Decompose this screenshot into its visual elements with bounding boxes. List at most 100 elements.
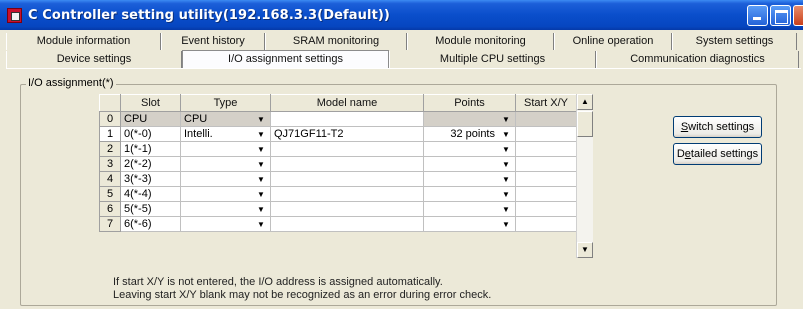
tab-io-assignment-settings[interactable]: I/O assignment settings: [182, 50, 389, 68]
points-select[interactable]: 32 points ▼: [423, 126, 516, 142]
points-select[interactable]: ▼: [423, 201, 516, 217]
table-header-row: Slot Type Model name Points Start X/Y: [99, 94, 577, 112]
row-number: 7: [99, 216, 121, 232]
type-select[interactable]: ▼: [180, 171, 271, 187]
start-xy-input[interactable]: [515, 201, 577, 217]
type-select[interactable]: ▼: [180, 141, 271, 157]
points-select[interactable]: ▼: [423, 141, 516, 157]
dropdown-arrow-icon[interactable]: ▼: [499, 143, 513, 156]
table-scrollbar[interactable]: ▲ ▼: [576, 94, 593, 258]
dropdown-arrow-icon[interactable]: ▼: [499, 113, 513, 126]
slot-cell: CPU: [120, 111, 181, 127]
dropdown-arrow-icon[interactable]: ▼: [499, 128, 513, 141]
dropdown-arrow-icon[interactable]: ▼: [254, 158, 268, 171]
type-select[interactable]: CPU ▼: [180, 111, 271, 127]
points-select[interactable]: ▼: [423, 111, 516, 127]
tab-communication-diagnostics[interactable]: Communication diagnostics: [596, 51, 799, 68]
start-xy-input[interactable]: [515, 171, 577, 187]
table-row: 5 4(*-4) ▼ ▼: [99, 186, 577, 202]
header-corner: [99, 94, 121, 112]
tab-event-history[interactable]: Event history: [161, 33, 265, 50]
row-number: 1: [99, 126, 121, 142]
header-points: Points: [423, 94, 516, 112]
tab-row-1: Module information Event history SRAM mo…: [6, 33, 797, 50]
scroll-up-icon[interactable]: ▲: [577, 94, 593, 110]
table-row: 1 0(*-0) Intelli. ▼ QJ71GF11-T2 32 points…: [99, 126, 577, 142]
model-name-input[interactable]: [270, 186, 424, 202]
title-bar[interactable]: C Controller setting utility(192.168.3.3…: [0, 0, 803, 30]
dropdown-arrow-icon[interactable]: ▼: [499, 188, 513, 201]
switch-settings-button[interactable]: Switch settings: [673, 116, 762, 138]
points-select[interactable]: ▼: [423, 171, 516, 187]
tab-module-information[interactable]: Module information: [6, 33, 161, 50]
row-number: 0: [99, 111, 121, 127]
start-xy-input[interactable]: [515, 111, 577, 127]
type-select[interactable]: ▼: [180, 156, 271, 172]
app-icon: [7, 7, 22, 23]
type-value: CPU: [184, 113, 208, 125]
detailed-settings-label-post: tailed settings: [690, 148, 759, 160]
points-select[interactable]: ▼: [423, 216, 516, 232]
minimize-button[interactable]: [747, 5, 768, 26]
type-select[interactable]: ▼: [180, 201, 271, 217]
maximize-button[interactable]: [770, 5, 791, 26]
model-name-input[interactable]: [270, 171, 424, 187]
tab-online-operation[interactable]: Online operation: [554, 33, 672, 50]
start-xy-input[interactable]: [515, 186, 577, 202]
start-xy-input[interactable]: [515, 126, 577, 142]
model-name-input[interactable]: [270, 216, 424, 232]
start-xy-input[interactable]: [515, 141, 577, 157]
dropdown-arrow-icon[interactable]: ▼: [499, 158, 513, 171]
switch-settings-label-post: witch settings: [688, 121, 755, 133]
model-name-input[interactable]: [270, 201, 424, 217]
row-number: 4: [99, 171, 121, 187]
model-name-input[interactable]: QJ71GF11-T2: [270, 126, 424, 142]
dropdown-arrow-icon[interactable]: ▼: [254, 203, 268, 216]
tab-system-settings[interactable]: System settings: [672, 33, 797, 50]
points-select[interactable]: ▼: [423, 156, 516, 172]
table-row: 6 5(*-5) ▼ ▼: [99, 201, 577, 217]
model-name-input[interactable]: [270, 111, 424, 127]
slot-cell: 6(*-6): [120, 216, 181, 232]
model-name-input[interactable]: [270, 156, 424, 172]
detailed-settings-label-pre: D: [676, 148, 685, 160]
tab-sram-monitoring[interactable]: SRAM monitoring: [265, 33, 407, 50]
dropdown-arrow-icon[interactable]: ▼: [254, 128, 268, 141]
model-name-input[interactable]: [270, 141, 424, 157]
dropdown-arrow-icon[interactable]: ▼: [499, 203, 513, 216]
type-value: Intelli.: [184, 128, 213, 140]
slot-cell: 1(*-1): [120, 141, 181, 157]
table-row: 0 CPU CPU ▼ ▼: [99, 111, 577, 127]
type-select[interactable]: Intelli. ▼: [180, 126, 271, 142]
start-xy-input[interactable]: [515, 216, 577, 232]
window-controls: [747, 5, 803, 26]
row-number: 2: [99, 141, 121, 157]
type-select[interactable]: ▼: [180, 186, 271, 202]
header-type: Type: [180, 94, 271, 112]
points-select[interactable]: ▼: [423, 186, 516, 202]
tab-device-settings[interactable]: Device settings: [6, 51, 182, 68]
close-button[interactable]: [793, 5, 803, 26]
auto-assign-note: If start X/Y is not entered, the I/O add…: [113, 276, 443, 288]
slot-cell: 0(*-0): [120, 126, 181, 142]
tab-multiple-cpu-settings[interactable]: Multiple CPU settings: [389, 51, 596, 68]
scroll-down-icon[interactable]: ▼: [577, 242, 593, 258]
dropdown-arrow-icon[interactable]: ▼: [499, 173, 513, 186]
type-select[interactable]: ▼: [180, 216, 271, 232]
dropdown-arrow-icon[interactable]: ▼: [254, 188, 268, 201]
table-row: 2 1(*-1) ▼ ▼: [99, 141, 577, 157]
dropdown-arrow-icon[interactable]: ▼: [254, 218, 268, 231]
dropdown-arrow-icon[interactable]: ▼: [254, 113, 268, 126]
header-model-name: Model name: [270, 94, 424, 112]
detailed-settings-button[interactable]: Detailed settings: [673, 143, 762, 165]
table-row: 4 3(*-3) ▼ ▼: [99, 171, 577, 187]
dropdown-arrow-icon[interactable]: ▼: [254, 143, 268, 156]
dropdown-arrow-icon[interactable]: ▼: [499, 218, 513, 231]
row-number: 6: [99, 201, 121, 217]
io-assignment-table: Slot Type Model name Points Start X/Y 0 …: [99, 94, 577, 232]
window-title: C Controller setting utility(192.168.3.3…: [28, 7, 390, 23]
start-xy-input[interactable]: [515, 156, 577, 172]
dropdown-arrow-icon[interactable]: ▼: [254, 173, 268, 186]
scroll-thumb[interactable]: [577, 111, 593, 137]
tab-module-monitoring[interactable]: Module monitoring: [407, 33, 554, 50]
